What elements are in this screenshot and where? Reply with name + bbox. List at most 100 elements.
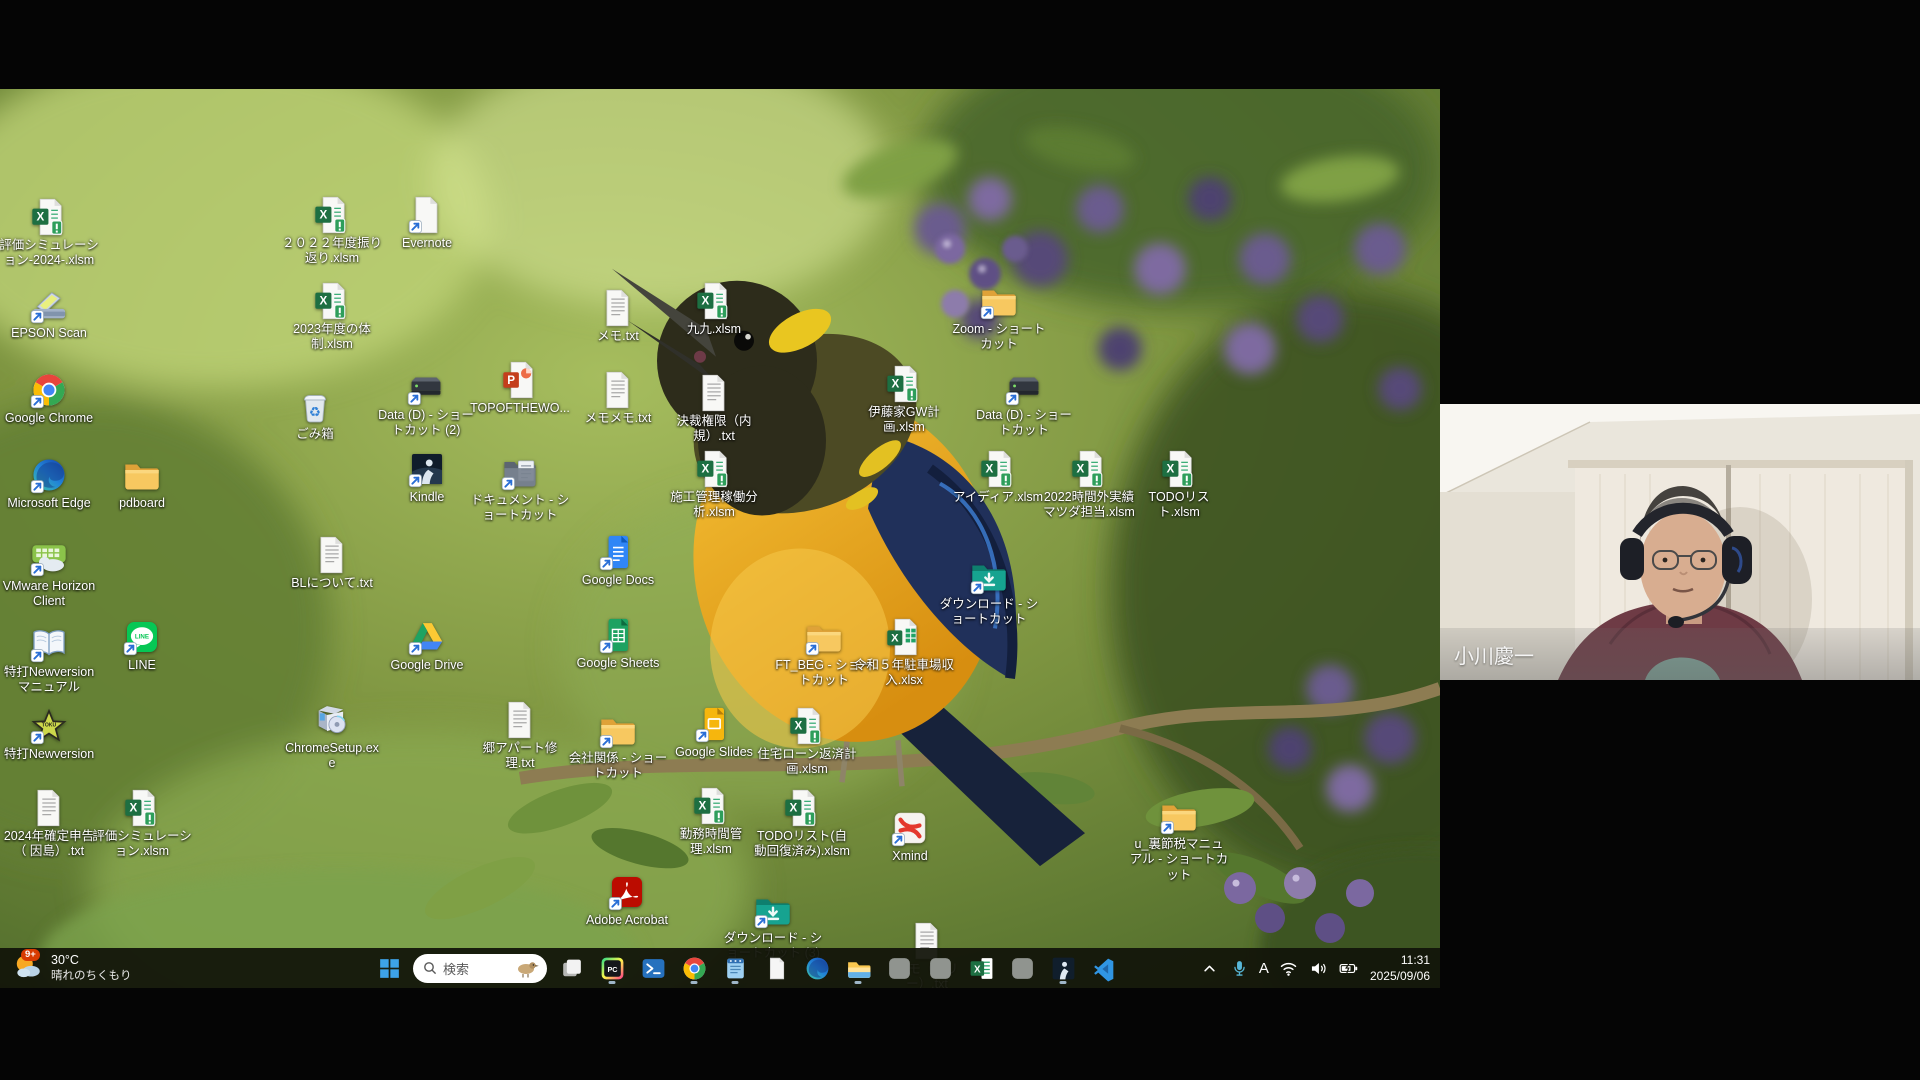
desktop-icon-todo-xlsm[interactable]: XTODOリスト.xlsm — [1129, 449, 1229, 521]
desktop-icon-data-d-2[interactable]: Data (D) - ショートカット (2) — [376, 367, 476, 439]
desktop-icon-item[interactable]: ♻ごみ箱 — [265, 386, 365, 442]
screen-share-stage: X評価シミュレーション-2024-.xlsm EPSON Scan Google C… — [0, 0, 1920, 1080]
desktop-icon-2023-xlsm[interactable]: X2023年度の体制.xlsm — [282, 281, 382, 353]
taskbar-app-placeholder-3[interactable] — [1005, 951, 1039, 985]
desktop-icon-data-d[interactable]: Data (D) - ショートカット — [974, 367, 1074, 439]
desktop-icon-google-slides[interactable]: Google Slides — [664, 704, 764, 760]
start-button[interactable] — [372, 951, 406, 985]
desktop-icon-label: Kindle — [410, 490, 445, 505]
placeholder-icon — [1009, 955, 1036, 982]
pinned-apps: PC X — [595, 951, 1121, 985]
battery-icon[interactable] — [1337, 957, 1360, 980]
taskbar-clock[interactable]: 11:31 2025/09/06 — [1370, 952, 1430, 984]
taskbar-app-explorer[interactable] — [841, 951, 875, 985]
folderdl-icon — [752, 890, 794, 930]
taskbar-app-excel[interactable]: X — [964, 951, 998, 985]
desktop-icon-microsoft-edge[interactable]: Microsoft Edge — [0, 455, 99, 511]
taskbar-app-kindle[interactable] — [1046, 951, 1080, 985]
task-view-button[interactable] — [554, 951, 588, 985]
desktop-icon-u[interactable]: u_裏節税マニュアル - ショートカット — [1129, 796, 1229, 883]
weather-alert-badge: 9+ — [21, 949, 40, 961]
desktop-icon-2024-xlsm[interactable]: X評価シミュレーション-2024-.xlsm — [0, 197, 99, 269]
desktop-icon-xlsm[interactable]: X九九.xlsm — [664, 281, 764, 337]
desktop-icon-topofthewo[interactable]: PTOPOFTHEWO... — [470, 360, 570, 416]
desktop-icon-txt[interactable]: 決裁権限（内規）.txt — [664, 373, 764, 445]
desktop-icon-vmware-horizon-client[interactable]: VMware Horizon Client — [0, 538, 99, 610]
desktop-icon-xlsx[interactable]: X令和５年駐車場収入.xlsx — [854, 617, 954, 689]
acrobat-icon — [606, 872, 648, 912]
desktop-icon-xlsm[interactable]: X住宅ローン返済計画.xlsm — [757, 706, 857, 778]
tray-chevron-up-icon[interactable] — [1198, 957, 1221, 980]
wifi-icon[interactable] — [1277, 957, 1300, 980]
desktop-icon-xlsm[interactable]: X評価シミュレーション.xlsm — [92, 788, 192, 860]
desktop-icon-kindle[interactable]: Kindle — [377, 449, 477, 505]
taskbar-app-document[interactable] — [759, 951, 793, 985]
xlsm-icon: X — [693, 449, 735, 489]
svg-text:♻: ♻ — [309, 406, 321, 421]
microphone-icon[interactable] — [1228, 957, 1251, 980]
desktop-icon-label: Google Drive — [391, 658, 464, 673]
desktop-icon-label: Google Docs — [582, 573, 654, 588]
desktop-icon-xlsm[interactable]: Xアイディア.xlsm — [948, 449, 1048, 505]
chrome-icon — [681, 955, 708, 982]
svg-text:X: X — [319, 295, 327, 308]
desktop-icon-txt[interactable]: メモメモ.txt — [568, 370, 668, 426]
desktop-icon-google-sheets[interactable]: Google Sheets — [568, 615, 668, 671]
taskbar-app-pycharm[interactable]: PC — [595, 951, 629, 985]
desktop-icon-newversion[interactable]: 特打Newversion マニュアル — [0, 624, 99, 696]
desktop-icon-evernote[interactable]: Evernote — [377, 195, 477, 251]
desktop-icon-label: Microsoft Edge — [7, 496, 90, 511]
desktop-icon-epson-scan[interactable]: EPSON Scan — [0, 285, 99, 341]
desktop-icon-label: u_裏節税マニュアル - ショートカット — [1129, 837, 1229, 883]
running-indicator — [732, 981, 739, 984]
volume-icon[interactable] — [1307, 957, 1330, 980]
desktop-icon-label: LINE — [128, 658, 156, 673]
desktop-icon-txt[interactable]: 郷アパート修理.txt — [470, 700, 570, 772]
desktop-icon-label: Data (D) - ショートカット — [974, 408, 1074, 439]
desktop-icon-label: 郷アパート修理.txt — [470, 741, 570, 772]
desktop-icon-2022-xlsm[interactable]: X2022時間外実績マツダ担当.xlsm — [1039, 449, 1139, 521]
search-box[interactable]: 検索 — [413, 954, 547, 983]
desktop-icon-label: Adobe Acrobat — [586, 913, 668, 928]
desktop-icon-pdboard[interactable]: pdboard — [92, 455, 192, 511]
desktop-icon-bl-txt[interactable]: BLについて.txt — [282, 535, 382, 591]
desktop-icon-item[interactable]: ダウンロード - ショートカット — [939, 556, 1039, 628]
desktop-icon-newversion[interactable]: TOKU特打Newversion — [0, 706, 99, 762]
svg-text:X: X — [891, 378, 899, 391]
desktop-icon-zoom[interactable]: Zoom - ショートカット — [949, 281, 1049, 353]
webcam-tile[interactable]: 小川慶一 — [1440, 404, 1920, 680]
desktop-icon-xlsm[interactable]: X勤務時間管理.xlsm — [661, 786, 761, 858]
taskbar-app-powershell[interactable] — [636, 951, 670, 985]
desktop-icon-line[interactable]: LINELINE — [92, 617, 192, 673]
desktop-icon-xmind[interactable]: Xmind — [860, 808, 960, 864]
book-icon — [28, 624, 70, 664]
desktop-icon-xlsm[interactable]: X施工管理稼働分析.xlsm — [664, 449, 764, 521]
desktop-icon-xlsm[interactable]: X２０２２年度振り返り.xlsm — [282, 195, 382, 267]
taskbar-app-placeholder-1[interactable] — [882, 951, 916, 985]
desktop-icon-chromesetup-exe[interactable]: ChromeSetup.exe — [282, 700, 382, 772]
desktop-icon-google-drive[interactable]: Google Drive — [377, 617, 477, 673]
svg-text:X: X — [974, 964, 981, 975]
desktop-icon-google-docs[interactable]: Google Docs — [568, 532, 668, 588]
taskbar-app-notepad[interactable] — [718, 951, 752, 985]
desktop-icon-item[interactable]: 会社関係 - ショートカット — [568, 710, 668, 782]
desktop-icon-txt[interactable]: メモ.txt — [568, 288, 668, 344]
gdrive-icon — [406, 617, 448, 657]
desktop-icon-label: 勤務時間管理.xlsm — [661, 827, 761, 858]
desktop-icon-2024-txt[interactable]: 2024年確定申告（ 因島）.txt — [0, 788, 99, 860]
weather-widget[interactable]: 9+ 30°C 晴れのちくもり — [12, 948, 132, 988]
svg-text:X: X — [129, 802, 137, 815]
ime-mode-indicator[interactable]: A — [1258, 960, 1270, 977]
taskbar-app-placeholder-2[interactable] — [923, 951, 957, 985]
vmware-icon — [28, 538, 70, 578]
taskbar-app-chrome[interactable] — [677, 951, 711, 985]
desktop-icon-gw-xlsm[interactable]: X伊藤家GW計画.xlsm — [854, 364, 954, 436]
taskbar-app-vscode[interactable] — [1087, 951, 1121, 985]
desktop-icon-item[interactable]: ドキュメント - ショートカット — [470, 452, 570, 524]
desktop-icon-todo-xlsm[interactable]: XTODOリスト(自動回復済み).xlsm — [752, 788, 852, 860]
desktop-icon-adobe-acrobat[interactable]: Adobe Acrobat — [577, 872, 677, 928]
taskbar-app-edge[interactable] — [800, 951, 834, 985]
chrome-icon — [28, 370, 70, 410]
desktop-icon-google-chrome[interactable]: Google Chrome — [0, 370, 99, 426]
search-highlight-bird-image — [511, 956, 541, 980]
